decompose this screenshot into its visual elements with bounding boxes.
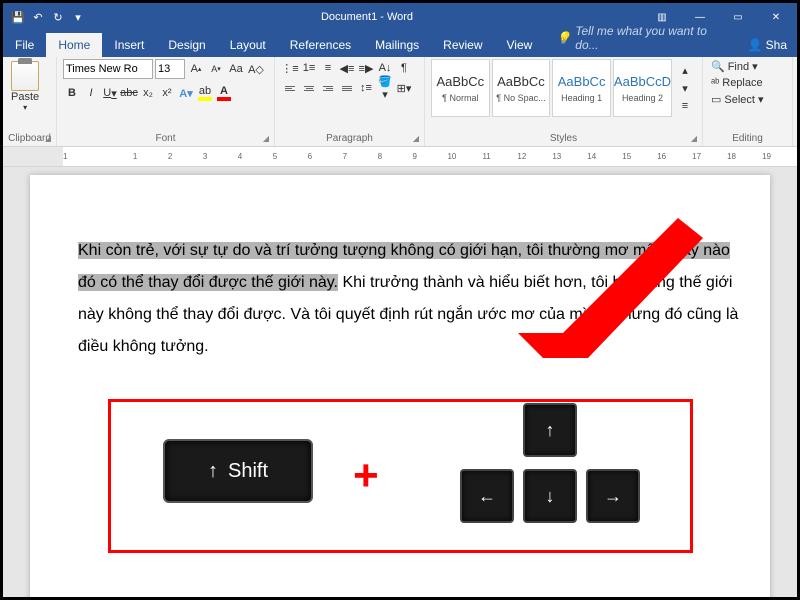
group-styles: AaBbCc¶ Normal AaBbCc¶ No Spac... AaBbCc… xyxy=(425,57,703,146)
tab-home[interactable]: Home xyxy=(46,33,102,57)
tab-view[interactable]: View xyxy=(495,33,545,57)
styles-up-icon[interactable]: ▴ xyxy=(676,61,694,79)
save-icon[interactable]: 💾 xyxy=(11,10,25,24)
group-editing: 🔍Find ▾ ᵃᵇReplace ▭Select ▾ Editing xyxy=(703,57,793,146)
shrink-font-button[interactable]: A▾ xyxy=(207,60,225,78)
align-center-button[interactable] xyxy=(300,79,318,97)
text-effects-button[interactable]: A▾ xyxy=(177,84,195,102)
tab-review[interactable]: Review xyxy=(431,33,494,57)
grow-font-button[interactable]: A▴ xyxy=(187,60,205,78)
clipboard-launcher-icon[interactable]: ◢ xyxy=(42,132,54,144)
select-button[interactable]: ▭Select ▾ xyxy=(709,92,786,107)
borders-button[interactable]: ⊞▾ xyxy=(395,79,413,97)
align-left-button[interactable] xyxy=(281,79,299,97)
style-normal[interactable]: AaBbCc¶ Normal xyxy=(431,59,490,117)
tab-design[interactable]: Design xyxy=(156,33,217,57)
select-icon: ▭ xyxy=(711,93,721,106)
undo-icon[interactable]: ↶ xyxy=(31,10,45,24)
font-launcher-icon[interactable]: ◢ xyxy=(260,132,272,144)
tell-me-search[interactable]: 💡 Tell me what you want to do... xyxy=(544,19,737,57)
justify-button[interactable] xyxy=(338,79,356,97)
share-icon: 👤 xyxy=(748,38,763,52)
styles-launcher-icon[interactable]: ◢ xyxy=(688,132,700,144)
ruler[interactable]: 1 12 34 56 78 910 1112 1314 1516 1718 19 xyxy=(3,147,797,167)
group-font: A▴ A▾ Aa A◇ B I U▾ abc x₂ x² A▾ ab A Fon… xyxy=(57,57,275,146)
plus-label: + xyxy=(353,451,379,501)
ribbon: Paste ▾ Clipboard ◢ A▴ A▾ Aa A◇ B I U▾ a… xyxy=(3,57,797,147)
arrow-left-key-illustration: ← xyxy=(460,469,514,523)
tell-me-text: Tell me what you want to do... xyxy=(575,24,725,52)
redo-icon[interactable]: ↻ xyxy=(51,10,65,24)
find-button[interactable]: 🔍Find ▾ xyxy=(709,59,786,74)
highlight-button[interactable]: ab xyxy=(196,84,214,102)
style-heading-1[interactable]: AaBbCcHeading 1 xyxy=(552,59,611,117)
paragraph-text[interactable]: Khi còn trẻ, với sự tự do và trí tưởng t… xyxy=(78,235,740,363)
increase-indent-button[interactable]: ≡▶ xyxy=(357,59,375,77)
group-label: Paragraph xyxy=(275,133,424,144)
style-heading-2[interactable]: AaBbCcDHeading 2 xyxy=(613,59,672,117)
bold-button[interactable]: B xyxy=(63,84,81,102)
underline-button[interactable]: U▾ xyxy=(101,84,119,102)
font-color-button[interactable]: A xyxy=(215,84,233,102)
arrow-up-key-illustration: ↑ xyxy=(523,403,577,457)
bulb-icon: 💡 xyxy=(556,31,571,45)
italic-button[interactable]: I xyxy=(82,84,100,102)
group-label: Font xyxy=(57,133,274,144)
group-clipboard: Paste ▾ Clipboard ◢ xyxy=(3,57,57,146)
numbering-button[interactable]: 1≡ xyxy=(300,59,318,77)
shift-key-illustration: ↑ Shift xyxy=(163,439,313,503)
clipboard-icon xyxy=(11,61,39,91)
tab-mailings[interactable]: Mailings xyxy=(363,33,431,57)
quick-access-toolbar: 💾 ↶ ↻ ▾ xyxy=(3,10,93,24)
decrease-indent-button[interactable]: ◀≡ xyxy=(338,59,356,77)
replace-button[interactable]: ᵃᵇReplace xyxy=(709,76,786,90)
tab-file[interactable]: File xyxy=(3,33,46,57)
arrow-down-key-illustration: ↓ xyxy=(523,469,577,523)
find-icon: 🔍 xyxy=(711,60,725,73)
group-label: Editing xyxy=(703,133,792,144)
subscript-button[interactable]: x₂ xyxy=(139,84,157,102)
replace-icon: ᵃᵇ xyxy=(711,77,719,89)
clear-format-button[interactable]: A◇ xyxy=(247,60,265,78)
close-button[interactable]: ✕ xyxy=(759,5,793,29)
tab-layout[interactable]: Layout xyxy=(218,33,278,57)
show-marks-button[interactable]: ¶ xyxy=(395,59,413,77)
multilevel-button[interactable]: ≡ xyxy=(319,59,337,77)
line-spacing-button[interactable]: ↕≡ xyxy=(357,79,375,97)
strike-button[interactable]: abc xyxy=(120,84,138,102)
shading-button[interactable]: 🪣▾ xyxy=(376,79,394,97)
arrow-right-key-illustration: → xyxy=(586,469,640,523)
group-label: Styles xyxy=(425,133,702,144)
styles-down-icon[interactable]: ▾ xyxy=(676,79,694,97)
styles-more-icon[interactable]: ≡ xyxy=(676,97,694,115)
bullets-button[interactable]: ⋮≡ xyxy=(281,59,299,77)
style-no-spacing[interactable]: AaBbCc¶ No Spac... xyxy=(492,59,551,117)
font-name-select[interactable] xyxy=(63,59,153,79)
share-button[interactable]: 👤 Sha xyxy=(738,33,797,57)
superscript-button[interactable]: x² xyxy=(158,84,176,102)
tab-references[interactable]: References xyxy=(278,33,363,57)
paragraph-launcher-icon[interactable]: ◢ xyxy=(410,132,422,144)
qat-customize-icon[interactable]: ▾ xyxy=(71,10,85,24)
up-arrow-icon: ↑ xyxy=(208,460,218,483)
group-paragraph: ⋮≡ 1≡ ≡ ◀≡ ≡▶ A↓ ¶ ↕≡ 🪣▾ ⊞▾ Paragraph ◢ xyxy=(275,57,425,146)
font-size-select[interactable] xyxy=(155,59,185,79)
paste-button[interactable]: Paste ▾ xyxy=(9,59,41,114)
tab-insert[interactable]: Insert xyxy=(102,33,156,57)
align-right-button[interactable] xyxy=(319,79,337,97)
change-case-button[interactable]: Aa xyxy=(227,60,245,78)
ribbon-tabs: File Home Insert Design Layout Reference… xyxy=(3,31,797,57)
